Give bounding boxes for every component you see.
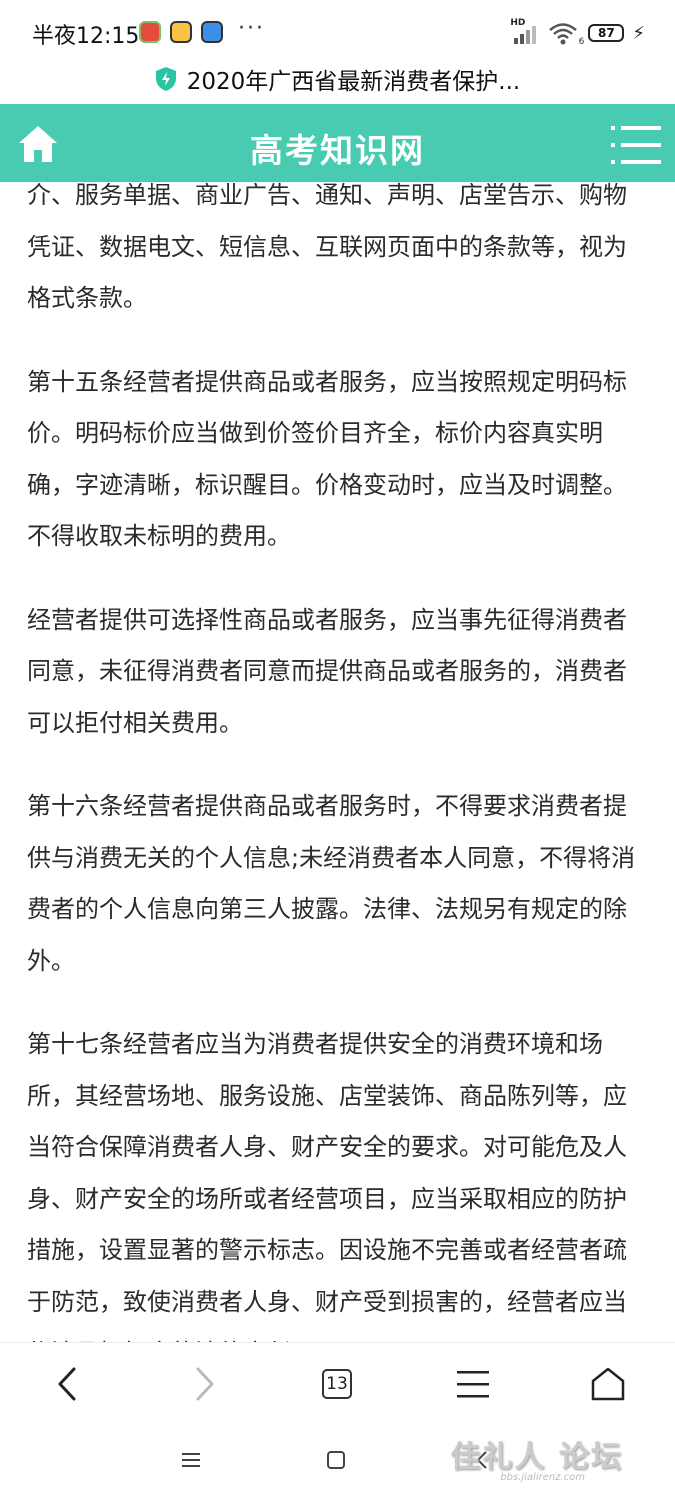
site-title: 高考知识网	[250, 131, 425, 170]
system-nav-bar: 佳礼人 论坛 bbs.jialirenz.com	[0, 1422, 675, 1500]
tabs-button[interactable]: 13	[312, 1359, 362, 1409]
forward-arrow-icon	[196, 1367, 214, 1401]
wifi-icon: 6	[548, 21, 584, 47]
news-app-icon	[139, 21, 161, 43]
more-notifications-icon: ···	[238, 16, 265, 41]
wifi-band-label: 6	[578, 37, 585, 47]
browser-home-icon	[591, 1367, 625, 1401]
browser-app-icon	[201, 21, 223, 43]
chat-app-icon	[170, 21, 192, 43]
battery-level: 87	[598, 26, 615, 40]
recent-apps-icon[interactable]	[180, 1450, 202, 1470]
browser-home-button[interactable]	[583, 1359, 633, 1409]
article-paragraph: 第十六条经营者提供商品或者服务时，不得要求消费者提供与消费无关的个人信息;未经消…	[27, 792, 636, 975]
address-bar[interactable]: 2020年广西省最新消费者保护...	[0, 62, 675, 104]
status-time: 半夜12:15	[32, 24, 140, 49]
page-title: 2020年广西省最新消费者保护...	[186, 69, 521, 95]
tab-count: 13	[322, 1369, 352, 1399]
hamburger-menu-icon	[457, 1371, 489, 1398]
signal-icon: HD	[510, 18, 540, 44]
system-home-icon[interactable]	[326, 1450, 346, 1470]
charging-icon: ⚡	[632, 22, 645, 44]
security-shield-icon	[155, 67, 176, 91]
article-paragraph: 第十七条经营者应当为消费者提供安全的消费环境和场所，其经营场地、服务设施、店堂装…	[27, 1030, 627, 1342]
browser-menu-button[interactable]	[448, 1359, 498, 1409]
battery-icon: 87	[588, 24, 625, 42]
menu-icon[interactable]	[611, 124, 661, 166]
article-content[interactable]: 介、服务单据、商业广告、通知、声明、店堂告示、购物凭证、数据电文、短信息、互联网…	[0, 182, 675, 1342]
article-paragraph: 经营者提供可选择性商品或者服务，应当事先征得消费者同意，未征得消费者同意而提供商…	[27, 605, 627, 737]
browser-toolbar: 13	[0, 1342, 675, 1423]
forward-button[interactable]	[180, 1359, 230, 1409]
back-arrow-icon	[58, 1367, 76, 1401]
article-paragraph: 介、服务单据、商业广告、通知、声明、店堂告示、购物凭证、数据电文、短信息、互联网…	[27, 182, 627, 312]
back-button[interactable]	[42, 1359, 92, 1409]
site-header: 高考知识网	[0, 104, 675, 182]
watermark-url: bbs.jialirenz.com	[500, 1472, 585, 1483]
article-paragraph: 第十五条经营者提供商品或者服务，应当按照规定明码标价。明码标价应当做到价签价目齐…	[27, 367, 627, 551]
status-bar: 半夜12:15 ··· HD 6 87 ⚡	[0, 0, 675, 62]
watermark-logo: 佳礼人 论坛	[450, 1440, 623, 1475]
